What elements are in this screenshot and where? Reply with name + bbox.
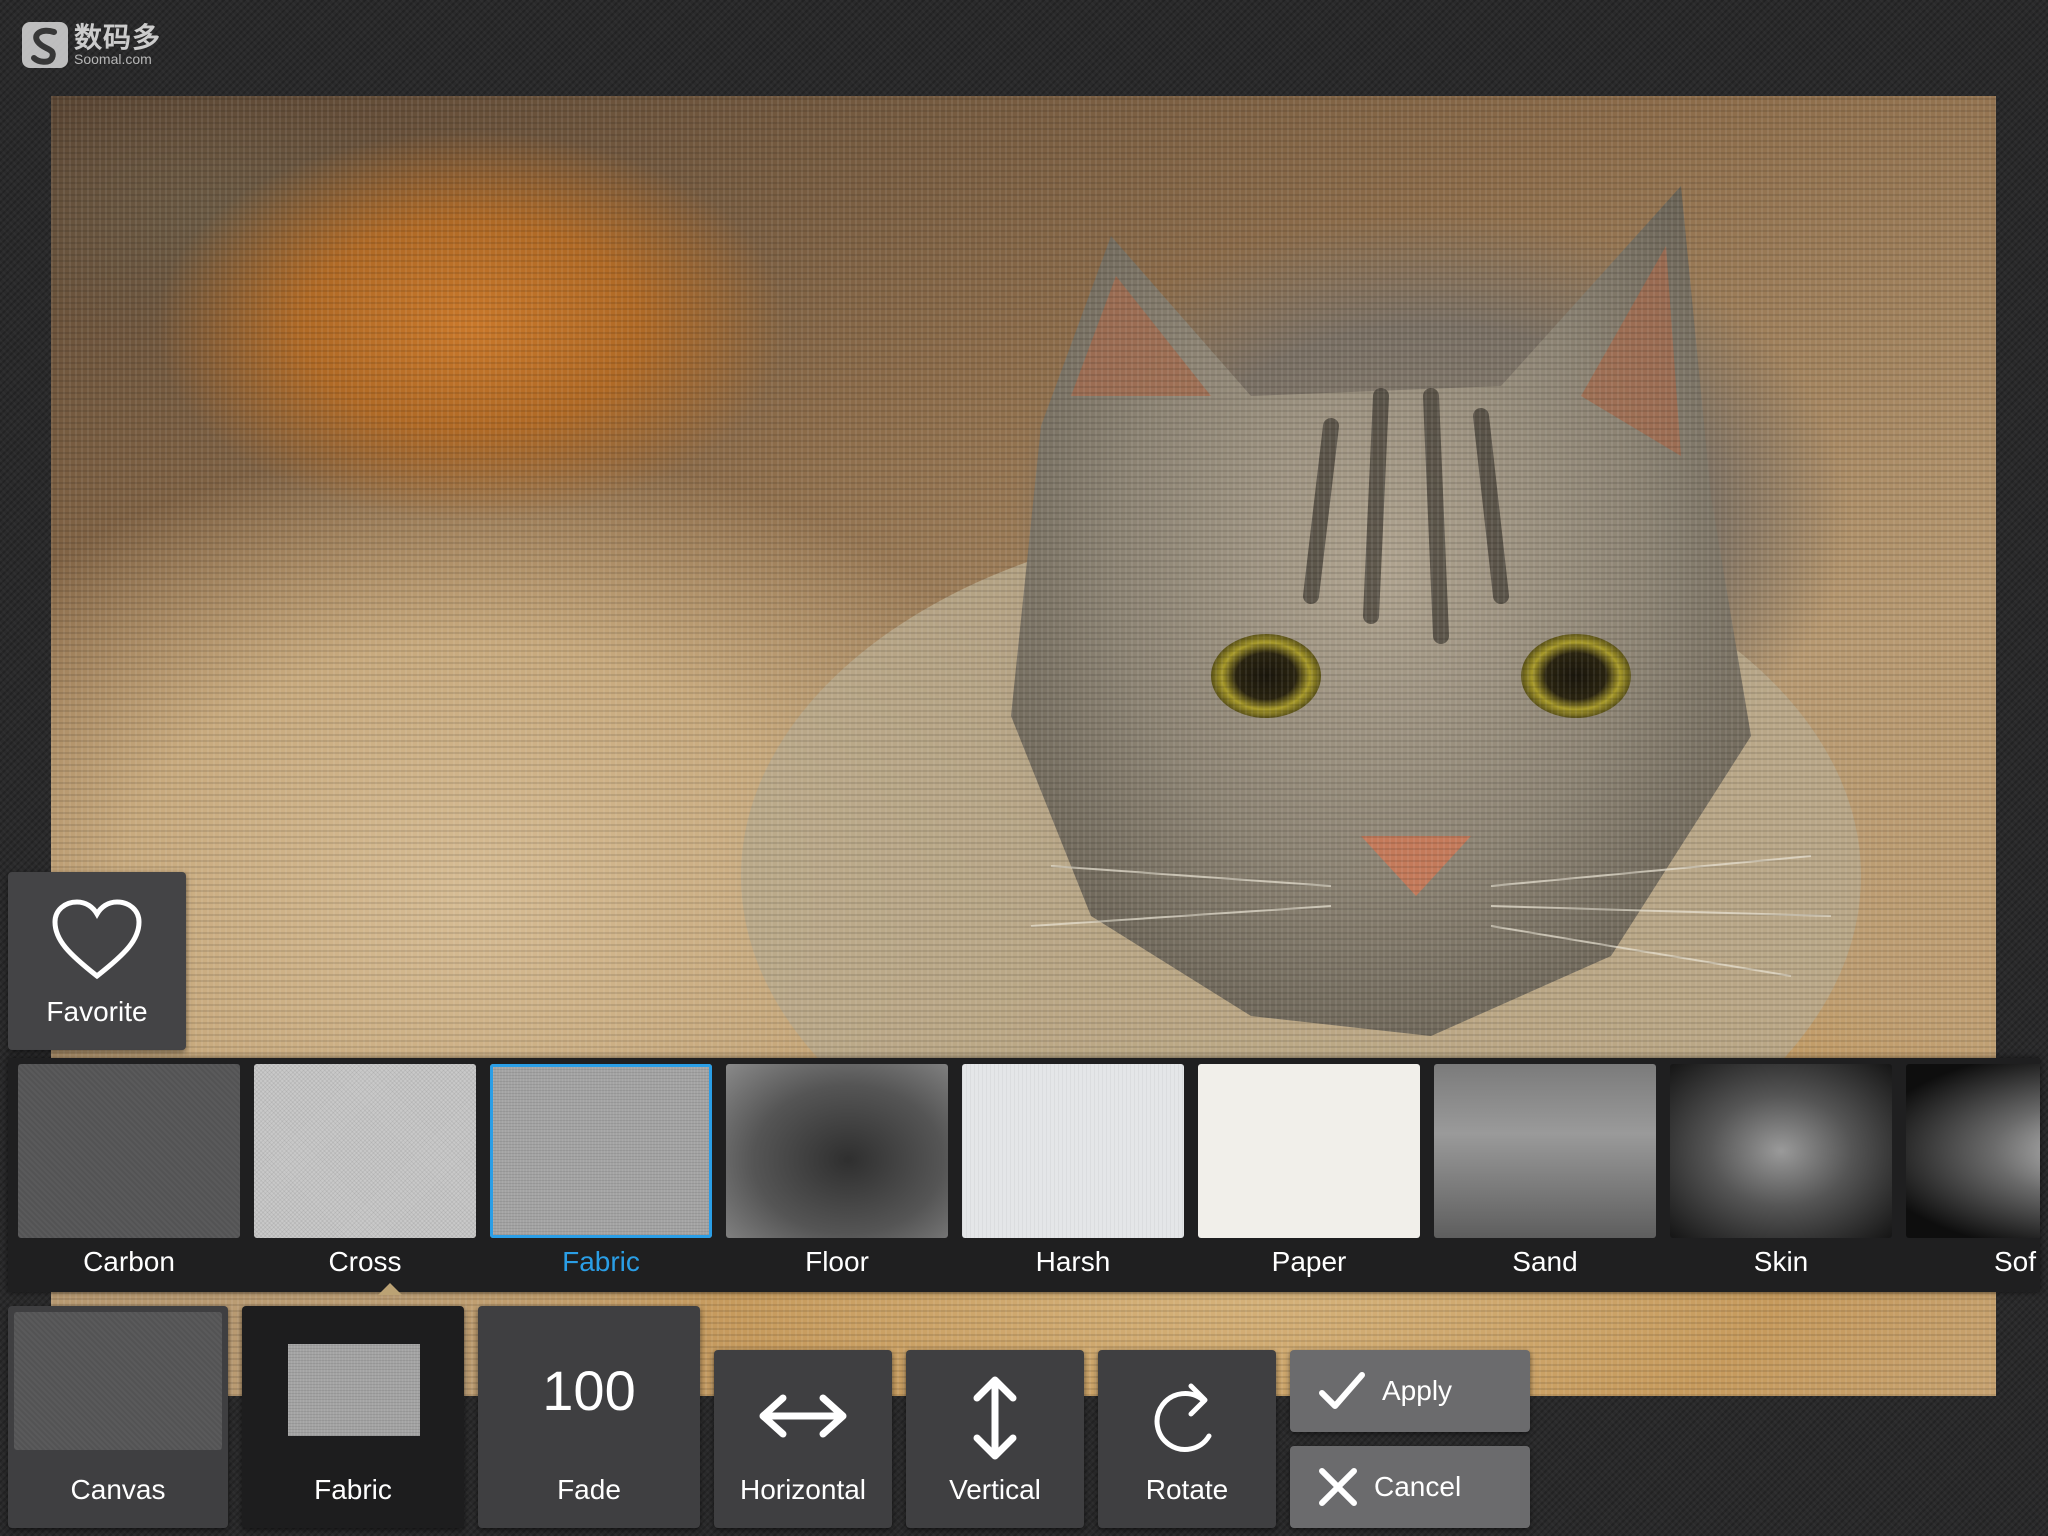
horizontal-label: Horizontal <box>739 1474 867 1505</box>
texture-thumbnail <box>962 1064 1184 1238</box>
texture-label: Floor <box>805 1246 869 1277</box>
watermark-en: Soomal.com <box>74 51 152 67</box>
fade-button[interactable]: 100 Fade <box>478 1306 700 1528</box>
heart-icon <box>52 899 142 980</box>
apply-button[interactable]: Apply <box>1290 1350 1530 1432</box>
texture-thumbnail <box>490 1064 712 1238</box>
check-icon <box>1319 1372 1365 1409</box>
texture-thumbnail <box>18 1064 240 1238</box>
fade-label: Fade <box>557 1474 621 1505</box>
texture-label: Harsh <box>1035 1246 1111 1277</box>
fabric-label: Fabric <box>314 1474 392 1505</box>
texture-thumbnail <box>726 1064 948 1238</box>
texture-thumbnail <box>1906 1064 2040 1238</box>
rotate-icon <box>1154 1383 1212 1452</box>
texture-cross[interactable]: Cross <box>254 1064 476 1286</box>
canvas-button[interactable]: Canvas <box>8 1306 228 1528</box>
favorite-label: Favorite <box>46 996 148 1027</box>
cancel-label: Cancel <box>1374 1471 1462 1502</box>
texture-floor[interactable]: Floor <box>726 1064 948 1286</box>
fade-value: 100 <box>542 1359 636 1422</box>
rotate-button[interactable]: Rotate <box>1098 1350 1276 1528</box>
texture-thumbnail <box>1198 1064 1420 1238</box>
texture-fabric[interactable]: Fabric <box>490 1064 712 1286</box>
texture-thumbnail <box>1670 1064 1892 1238</box>
texture-label: Carbon <box>83 1246 175 1277</box>
texture-skin[interactable]: Skin <box>1670 1064 1892 1286</box>
canvas-thumbnail <box>14 1312 222 1450</box>
texture-label: Sand <box>1512 1246 1578 1277</box>
texture-thumbnail <box>1434 1064 1656 1238</box>
vertical-flip-button[interactable]: Vertical <box>906 1350 1084 1528</box>
favorite-button[interactable]: Favorite <box>8 872 186 1050</box>
fabric-thumbnail <box>288 1344 420 1436</box>
texture-label: Paper <box>1271 1246 1347 1277</box>
texture-paper[interactable]: Paper <box>1198 1064 1420 1286</box>
texture-harsh[interactable]: Harsh <box>962 1064 1184 1286</box>
watermark-logo <box>22 22 68 68</box>
rotate-label: Rotate <box>1145 1474 1229 1505</box>
horizontal-flip-icon <box>759 1394 847 1438</box>
texture-label: Sof <box>1994 1246 2037 1277</box>
texture-label: Cross <box>328 1246 402 1277</box>
selection-caret <box>378 1283 402 1295</box>
vertical-label: Vertical <box>949 1474 1041 1505</box>
texture-label: Skin <box>1753 1246 1809 1277</box>
watermark-cn: 数码多 <box>74 21 162 54</box>
texture-carbon[interactable]: Carbon <box>18 1064 240 1286</box>
apply-label: Apply <box>1382 1375 1453 1406</box>
vertical-flip-icon <box>973 1376 1017 1460</box>
watermark: 数码多 Soomal.com <box>22 22 161 68</box>
texture-label: Fabric <box>562 1246 640 1277</box>
texture-sand[interactable]: Sand <box>1434 1064 1656 1286</box>
texture-thumbnail <box>254 1064 476 1238</box>
fabric-button[interactable]: Fabric <box>242 1306 464 1528</box>
close-icon <box>1319 1468 1357 1506</box>
canvas-label: Canvas <box>70 1474 166 1505</box>
cancel-button[interactable]: Cancel <box>1290 1446 1530 1528</box>
texture-sof[interactable]: Sof <box>1906 1064 2040 1286</box>
horizontal-flip-button[interactable]: Horizontal <box>714 1350 892 1528</box>
texture-strip[interactable]: Carbon Cross Fabric Floor Harsh Paper Sa… <box>8 1058 2040 1292</box>
